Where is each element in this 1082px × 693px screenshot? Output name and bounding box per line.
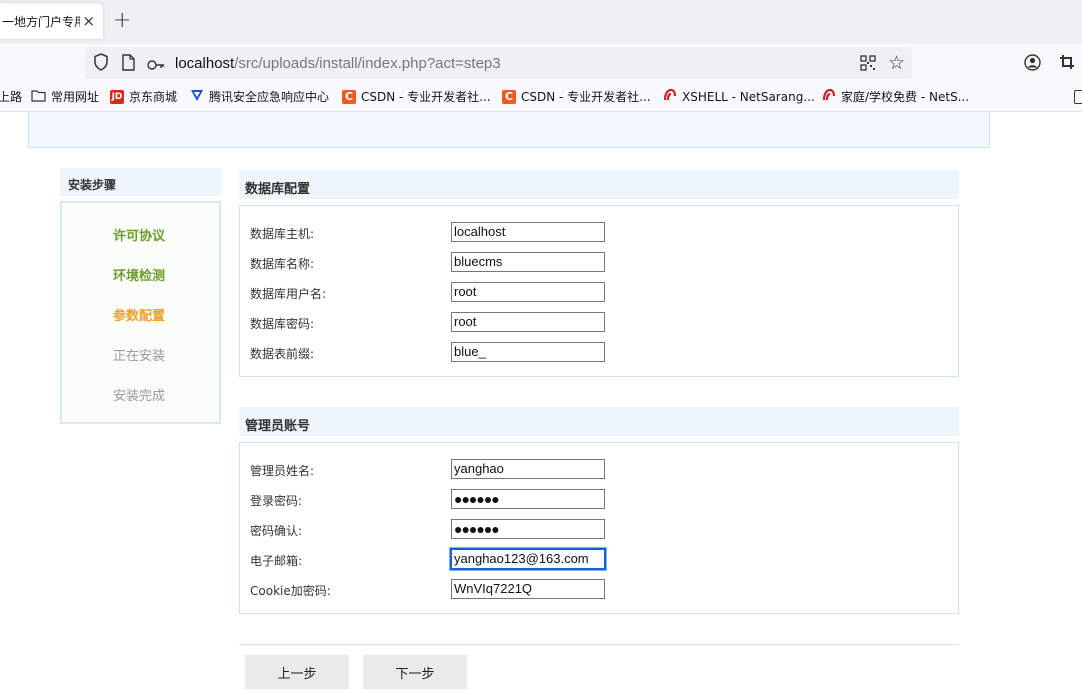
- db-user-label: 数据库用户名:: [250, 287, 327, 301]
- admin-name-input[interactable]: yanghao: [451, 459, 605, 479]
- login-password-input[interactable]: ●●●●●●: [451, 489, 605, 509]
- db-password-label: 数据库密码:: [250, 317, 315, 331]
- password-confirm-input[interactable]: ●●●●●●: [451, 519, 605, 539]
- db-password-input[interactable]: root: [451, 312, 605, 332]
- bookmark-item[interactable]: 常用网址: [31, 88, 99, 105]
- step-complete: 安装完成: [113, 389, 166, 404]
- prev-step-button[interactable]: 上一步: [245, 655, 349, 689]
- db-config-form: 数据库主机: localhost 数据库名称: bluecms 数据库用户名: …: [239, 205, 959, 377]
- email-label: 电子邮箱:: [250, 554, 303, 568]
- bookmark-label: CSDN - 专业开发者社...: [521, 90, 651, 104]
- url-text[interactable]: localhost/src/uploads/install/index.php?…: [175, 55, 501, 72]
- bookmark-item[interactable]: 腾讯安全应急响应中心: [190, 88, 329, 105]
- email-input[interactable]: yanghao123@163.com: [449, 547, 607, 571]
- nav-bar: localhost/src/uploads/install/index.php?…: [0, 44, 1082, 82]
- divider: [239, 644, 959, 645]
- db-prefix-label: 数据表前缀:: [250, 347, 315, 361]
- netsarang-icon: [822, 88, 836, 105]
- step-config: 参数配置: [113, 309, 166, 324]
- url-path: /src/uploads/install/index.php?act=step3: [234, 55, 501, 72]
- key-icon[interactable]: [147, 56, 165, 75]
- bookmark-label: 京东商城: [129, 90, 178, 104]
- login-password-label: 登录密码:: [250, 494, 303, 508]
- bookmark-item[interactable]: 家庭/学校免费 - NetS...: [822, 88, 969, 105]
- browser-tab[interactable]: 一地方门户专用 ×: [0, 3, 103, 39]
- step-license: 许可协议: [113, 229, 166, 244]
- netsarang-icon: [663, 88, 677, 105]
- admin-name-label: 管理员姓名:: [250, 464, 315, 478]
- tab-bar: 一地方门户专用 × +: [0, 0, 1082, 44]
- page-icon[interactable]: [121, 54, 135, 75]
- db-name-label: 数据库名称:: [250, 257, 315, 271]
- csdn-icon: C: [342, 89, 356, 104]
- bookmark-label: 常用网址: [51, 90, 100, 104]
- address-bar[interactable]: localhost/src/uploads/install/index.php?…: [85, 47, 912, 79]
- bookmark-item[interactable]: 上路: [0, 88, 22, 105]
- bookmark-item[interactable]: JD 京东商城: [110, 88, 177, 105]
- step-env-check: 环境检测: [113, 269, 166, 284]
- bookmark-label: 家庭/学校免费 - NetS...: [841, 90, 970, 104]
- other-bookmarks-icon[interactable]: [1074, 90, 1082, 104]
- tab-title: 一地方门户专用: [2, 14, 80, 29]
- bookmark-label: XSHELL - NetSarang...: [682, 89, 815, 104]
- csdn-icon: C: [502, 89, 516, 104]
- password-confirm-label: 密码确认:: [250, 524, 303, 538]
- crop-icon[interactable]: [1059, 54, 1075, 74]
- bookmark-label: CSDN - 专业开发者社...: [361, 90, 491, 104]
- shield-icon[interactable]: [93, 53, 109, 75]
- tencent-icon: [190, 88, 204, 105]
- admin-section-title: 管理员账号: [239, 407, 959, 436]
- db-section-title: 数据库配置: [239, 170, 959, 199]
- cookie-key-input[interactable]: WnVIq7221Q: [451, 579, 605, 599]
- header-banner: [28, 112, 990, 148]
- sidebar-title: 安装步骤: [60, 168, 221, 196]
- star-icon[interactable]: ☆: [888, 52, 905, 74]
- db-host-input[interactable]: localhost: [451, 222, 605, 242]
- new-tab-button[interactable]: +: [113, 8, 131, 33]
- db-name-input[interactable]: bluecms: [451, 252, 605, 272]
- account-icon[interactable]: [1024, 54, 1041, 75]
- install-steps-panel: 许可协议 环境检测 参数配置 正在安装 安装完成: [60, 201, 221, 424]
- admin-account-form: 管理员姓名: yanghao 登录密码: ●●●●●● 密码确认: ●●●●●●…: [239, 442, 959, 614]
- qr-code-icon[interactable]: [860, 55, 876, 75]
- folder-icon: [31, 89, 46, 105]
- bookmark-item[interactable]: C CSDN - 专业开发者社...: [342, 88, 491, 105]
- db-prefix-input[interactable]: blue_: [451, 342, 605, 362]
- jd-icon: JD: [110, 89, 124, 104]
- db-host-label: 数据库主机:: [250, 227, 315, 241]
- step-installing: 正在安装: [113, 349, 166, 364]
- bookmark-item[interactable]: C CSDN - 专业开发者社...: [502, 88, 651, 105]
- next-step-button[interactable]: 下一步: [363, 655, 467, 689]
- url-host: localhost: [175, 55, 235, 72]
- db-user-input[interactable]: root: [451, 282, 605, 302]
- bookmark-item[interactable]: XSHELL - NetSarang...: [663, 88, 815, 105]
- bookmark-label: 腾讯安全应急响应中心: [209, 90, 330, 104]
- cookie-key-label: Cookie加密码:: [250, 584, 331, 598]
- close-icon[interactable]: ×: [82, 12, 95, 30]
- bookmark-label: 上路: [0, 90, 23, 104]
- bookmarks-bar: 上路 常用网址 JD 京东商城 腾讯安全应急响应中心 C CSDN - 专业开发…: [0, 82, 1082, 112]
